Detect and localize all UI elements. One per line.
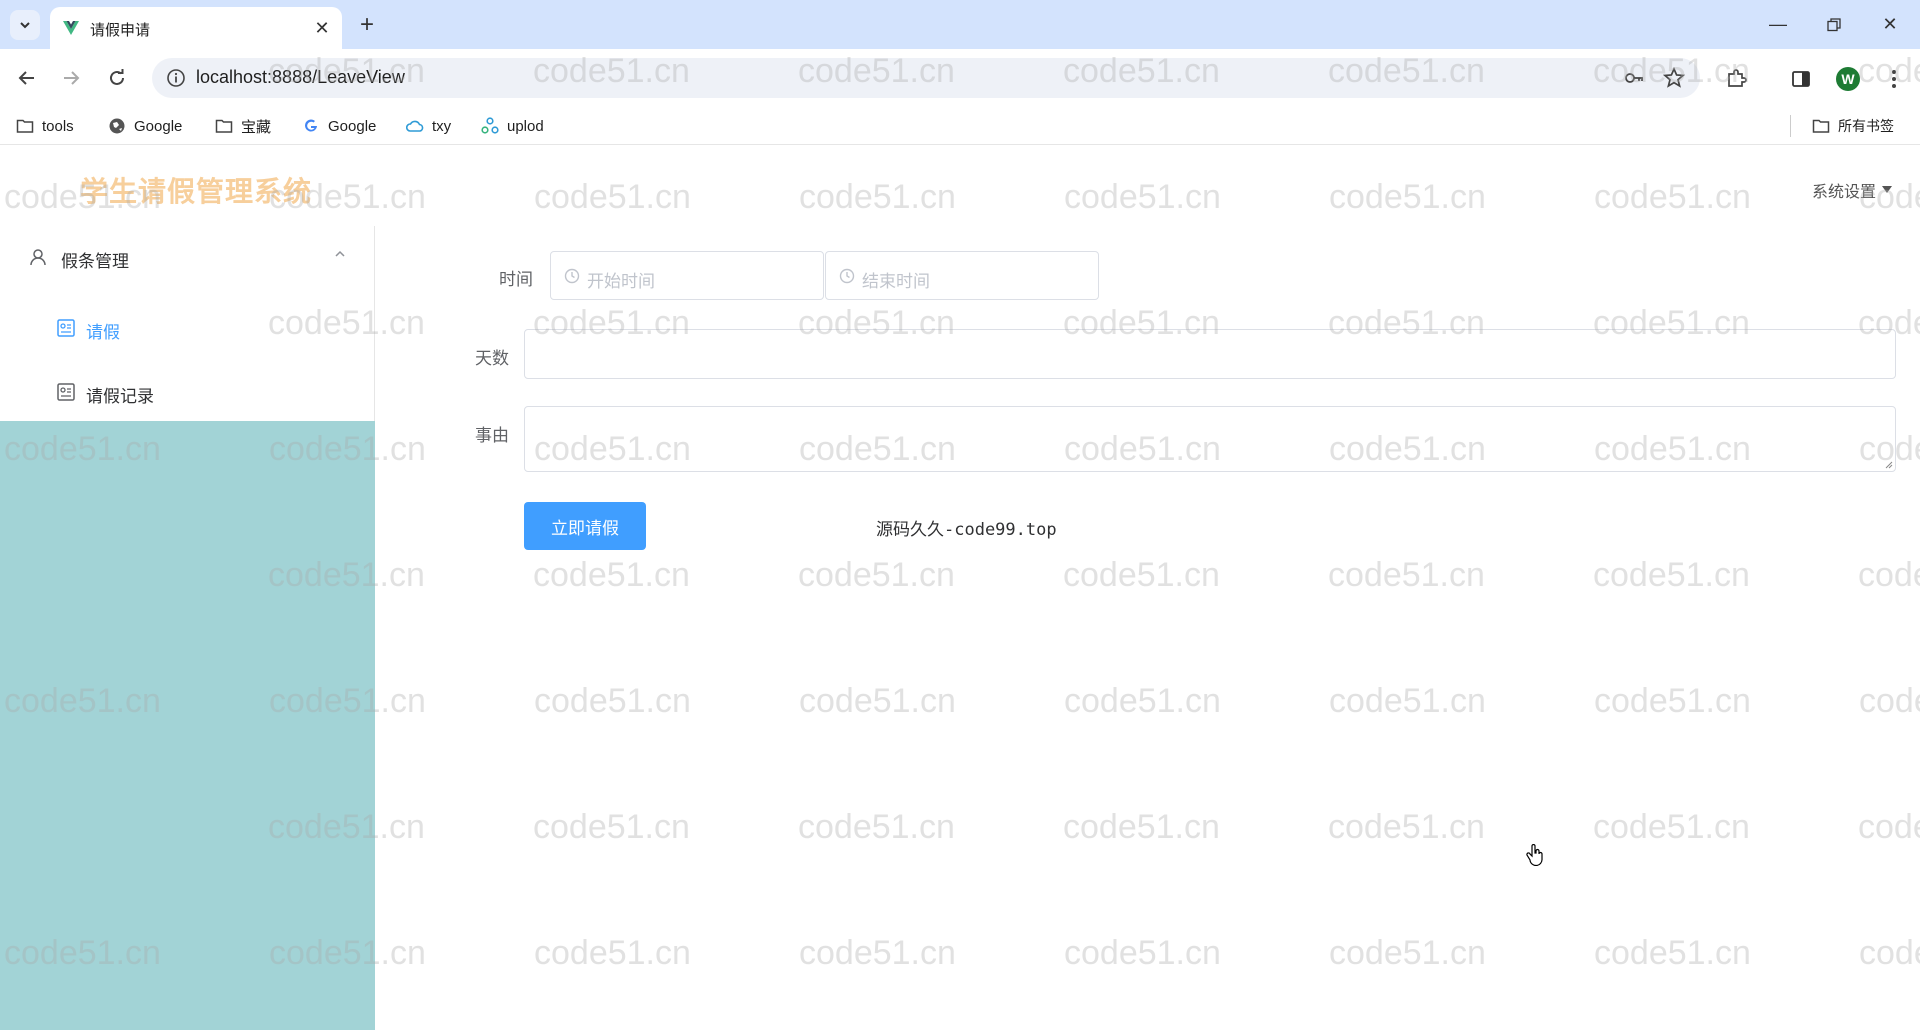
forward-button[interactable]	[56, 63, 86, 93]
arrow-left-icon	[18, 71, 34, 85]
settings-label: 系统设置	[1811, 184, 1876, 201]
chevron-up-icon	[335, 250, 345, 257]
password-key-icon[interactable]	[1622, 66, 1646, 90]
clock-icon	[564, 268, 580, 284]
bookmark-label: tools	[42, 117, 74, 135]
bookmark-google-2[interactable]: Google	[302, 115, 376, 137]
bookmark-label: txy	[432, 117, 452, 135]
days-label: 天数	[475, 349, 509, 368]
menu-group-leave-management[interactable]: 假条管理	[0, 234, 374, 280]
hand-cursor-icon	[1526, 844, 1543, 866]
restore-icon	[1827, 17, 1841, 31]
user-icon	[30, 249, 46, 266]
app-title: 学生请假管理系统	[80, 176, 313, 207]
end-time-placeholder: 结束时间	[862, 272, 930, 291]
reload-icon	[110, 69, 124, 85]
submit-leave-button[interactable]: 立即请假	[524, 502, 646, 550]
bookmarks-divider	[1790, 115, 1791, 137]
sidebar-item-label: 请假记录	[86, 387, 154, 406]
tab-title: 请假申请	[90, 22, 151, 39]
profile-button[interactable]: W	[1834, 65, 1862, 93]
bookmark-uplod[interactable]: uplod	[481, 115, 544, 137]
sidebar-item-label: 请假	[86, 323, 120, 342]
google-g-icon	[305, 119, 317, 132]
share-icon	[481, 117, 499, 134]
footer-text: 源码久久-code99.top	[876, 520, 1057, 540]
bookmark-label: uplod	[507, 117, 544, 135]
vue-logo-icon	[63, 21, 79, 35]
browser-tab-bar: 请假申请 ✕ + — ✕	[0, 0, 1920, 49]
reload-button[interactable]	[102, 63, 132, 93]
sidebar: 假条管理 请假 请假记录	[0, 226, 375, 1030]
bookmark-baozang[interactable]: 宝藏	[215, 115, 271, 137]
resize-handle-icon[interactable]	[1883, 459, 1893, 469]
menu-group-label: 假条管理	[61, 252, 129, 271]
minimize-button[interactable]: —	[1750, 0, 1806, 49]
form-icon	[57, 383, 75, 401]
clock-icon	[839, 268, 855, 284]
time-label: 时间	[499, 270, 533, 289]
folder-icon	[215, 119, 233, 133]
days-input[interactable]	[524, 329, 1896, 379]
url-text[interactable]: localhost:8888/LeaveView	[196, 67, 405, 88]
bookmark-label: Google	[328, 117, 377, 135]
chevron-down-icon	[20, 22, 30, 29]
tab-search-button[interactable]	[10, 10, 40, 40]
form-icon	[57, 319, 75, 337]
bookmarks-bar: tools Google 宝藏 Google txy uplod 所有书签	[0, 107, 1920, 145]
sidebar-menu: 假条管理 请假 请假记录	[0, 226, 375, 421]
profile-avatar: W	[1836, 67, 1860, 91]
all-bookmarks-label: 所有书签	[1838, 118, 1894, 134]
browser-toolbar: localhost:8888/LeaveView W	[0, 49, 1920, 107]
bookmark-google-1[interactable]: Google	[108, 115, 182, 137]
start-time-placeholder: 开始时间	[587, 272, 655, 291]
site-info-icon[interactable]	[166, 68, 186, 88]
close-window-button[interactable]: ✕	[1862, 0, 1918, 49]
browser-tab-active[interactable]: 请假申请 ✕	[50, 7, 342, 49]
folder-icon	[16, 119, 34, 133]
extensions-icon[interactable]	[1722, 65, 1750, 93]
reason-label: 事由	[475, 426, 509, 445]
main-content: 时间 开始时间 结束时间 天数 事由 立即请假 源码久久-code99.top	[376, 226, 1920, 1030]
bookmark-tools[interactable]: tools	[16, 115, 74, 137]
restore-button[interactable]	[1806, 0, 1862, 49]
globe-icon	[109, 118, 125, 134]
browser-menu-icon[interactable]	[1880, 65, 1908, 93]
close-tab-icon[interactable]: ✕	[310, 16, 334, 40]
sidebar-item-leave[interactable]: 请假	[0, 300, 374, 356]
reason-textarea[interactable]	[524, 406, 1896, 472]
new-tab-button[interactable]: +	[352, 10, 382, 40]
bookmark-label: 宝藏	[241, 118, 272, 136]
bookmark-star-icon[interactable]	[1662, 66, 1686, 90]
system-settings-dropdown[interactable]: 系统设置	[1812, 178, 1892, 202]
app-header: 学生请假管理系统 系统设置	[0, 146, 1920, 226]
back-button[interactable]	[12, 63, 42, 93]
caret-down-icon	[1882, 186, 1892, 193]
cloud-icon	[406, 120, 424, 132]
address-bar[interactable]: localhost:8888/LeaveView	[152, 58, 1700, 98]
side-panel-icon[interactable]	[1787, 65, 1815, 93]
all-bookmarks-button[interactable]: 所有书签	[1812, 115, 1894, 137]
sidebar-item-leave-records[interactable]: 请假记录	[0, 364, 374, 420]
end-time-picker[interactable]: 结束时间	[825, 251, 1099, 300]
folder-icon	[1812, 119, 1830, 133]
start-time-picker[interactable]: 开始时间	[550, 251, 824, 300]
bookmark-label: Google	[134, 117, 183, 135]
bookmark-txy[interactable]: txy	[406, 115, 451, 137]
arrow-right-icon	[64, 71, 80, 85]
